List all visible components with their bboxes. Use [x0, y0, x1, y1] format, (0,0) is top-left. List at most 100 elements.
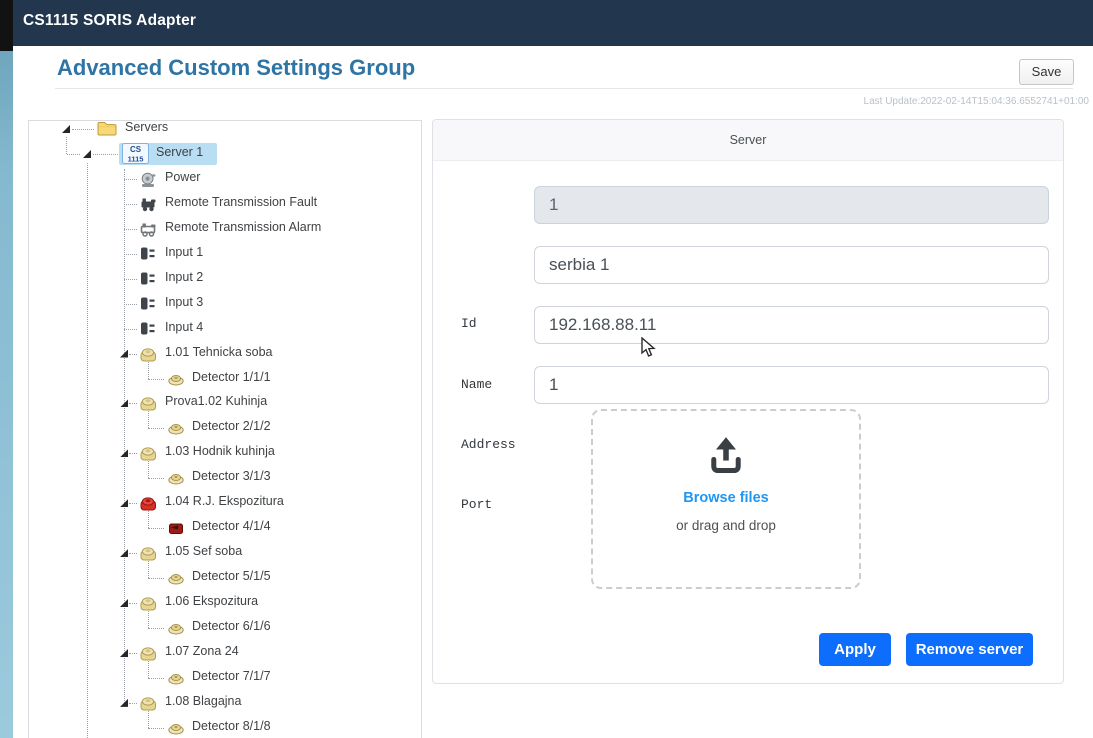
port-label: Port — [461, 497, 531, 512]
expander-toggle[interactable] — [120, 649, 128, 657]
tree-connector — [148, 611, 149, 628]
tree-item-label: Detector 4/1/4 — [192, 519, 271, 533]
tree-item-input-4[interactable]: Input 4 — [29, 317, 421, 341]
expander-toggle[interactable] — [62, 125, 70, 133]
tree-item-detector-5-1-5[interactable]: Detector 5/1/5 — [29, 566, 421, 590]
tree-connector — [148, 711, 149, 728]
tree-item-detector-6-1-6[interactable]: Detector 6/1/6 — [29, 616, 421, 640]
tree-item-label: Input 1 — [165, 245, 203, 259]
tree-item-1-01-tehnicka-soba[interactable]: 1.01 Tehnicka soba — [29, 342, 421, 366]
expander-toggle[interactable] — [120, 499, 128, 507]
save-button[interactable]: Save — [1019, 59, 1074, 85]
detector-icon — [167, 570, 185, 590]
tree-item-input-2[interactable]: Input 2 — [29, 267, 421, 291]
tree-item-label: 1.04 R.J. Ekspozitura — [165, 494, 284, 508]
tree-connector — [148, 561, 149, 578]
tree-connector — [129, 403, 137, 404]
tree-connector — [148, 362, 149, 379]
expander-toggle[interactable] — [120, 350, 128, 358]
detector-icon — [167, 620, 185, 640]
tree-item-label: Detector 7/1/7 — [192, 669, 271, 683]
tree-connector — [129, 503, 137, 504]
detector-icon — [167, 371, 185, 391]
tree-item-label: Detector 8/1/8 — [192, 719, 271, 733]
input-icon — [139, 296, 156, 316]
side-stripe — [0, 51, 13, 738]
tree-item-label: Server 1 — [156, 145, 203, 159]
tree-connector — [148, 379, 164, 380]
expander-toggle[interactable] — [120, 399, 128, 407]
tree-connector — [129, 603, 137, 604]
tree-item-detector-1-1-1[interactable]: Detector 1/1/1 — [29, 367, 421, 391]
tree-item-label: Servers — [125, 120, 168, 134]
tree-item-remote-transmission-alarm[interactable]: Remote Transmission Alarm — [29, 217, 421, 241]
tree-item-label: 1.08 Blagajna — [165, 694, 241, 708]
page-title: Advanced Custom Settings Group — [57, 55, 415, 81]
tree-connector — [148, 411, 149, 428]
expander-toggle[interactable] — [83, 150, 91, 158]
tree-item-label: 1.05 Sef soba — [165, 544, 242, 558]
tree-connector — [148, 678, 164, 679]
expander-toggle[interactable] — [120, 599, 128, 607]
tree-item-1-07-zona-24[interactable]: 1.07 Zona 24 — [29, 641, 421, 665]
tree-connector — [124, 279, 137, 280]
address-label: Address — [461, 437, 531, 452]
tree-item-detector-2-1-2[interactable]: Detector 2/1/2 — [29, 416, 421, 440]
corner-notch — [0, 0, 13, 51]
folder-icon — [97, 121, 117, 141]
svg-text:1115: 1115 — [128, 154, 144, 163]
tree-item-label: Detector 6/1/6 — [192, 619, 271, 633]
tree-connector — [129, 354, 137, 355]
remove-server-button[interactable]: Remove server — [906, 633, 1033, 666]
expander-toggle[interactable] — [120, 549, 128, 557]
tree-item-1-08-blagajna[interactable]: 1.08 Blagajna — [29, 691, 421, 715]
tree-item-input-3[interactable]: Input 3 — [29, 292, 421, 316]
tree-connector — [129, 553, 137, 554]
tree-connector — [148, 578, 164, 579]
tree-item-detector-4-1-4[interactable]: Detector 4/1/4 — [29, 516, 421, 540]
cs1115-icon: CS1115 — [122, 143, 149, 169]
tree-item-server-1[interactable]: CS1115 Server 1 — [29, 142, 421, 166]
tree-connector — [72, 129, 94, 130]
tree-item-1-04-r-j-ekspozitura[interactable]: 1.04 R.J. Ekspozitura — [29, 491, 421, 515]
server-card-header: Server — [433, 120, 1063, 161]
name-label: Name — [461, 377, 531, 392]
input-icon — [139, 321, 156, 341]
port-field[interactable] — [534, 366, 1049, 404]
tree-item-prova1-02-kuhinja[interactable]: Prova1.02 Kuhinja — [29, 391, 421, 415]
tree-item-1-05-sef-soba[interactable]: 1.05 Sef soba — [29, 541, 421, 565]
browse-files-link[interactable]: Browse files — [593, 490, 859, 506]
tree-connector — [148, 461, 149, 478]
apply-button[interactable]: Apply — [819, 633, 891, 666]
tree-item-input-1[interactable]: Input 1 — [29, 242, 421, 266]
tree-item-1-03-hodnik-kuhinja[interactable]: 1.03 Hodnik kuhinja — [29, 441, 421, 465]
input-icon — [139, 246, 156, 266]
server-card: Server Id Name Address Port Browse files… — [432, 119, 1064, 684]
tree-connector — [148, 728, 164, 729]
expander-toggle[interactable] — [120, 699, 128, 707]
tree-item-label: Remote Transmission Alarm — [165, 220, 321, 234]
tree-item-label: Input 3 — [165, 295, 203, 309]
tree-connector — [124, 254, 137, 255]
address-field[interactable] — [534, 306, 1049, 344]
tree-item-remote-transmission-fault[interactable]: Remote Transmission Fault — [29, 192, 421, 216]
tree-item-power[interactable]: Power — [29, 167, 421, 191]
tree-item-detector-7-1-7[interactable]: Detector 7/1/7 — [29, 666, 421, 690]
input-icon — [139, 271, 156, 291]
tree-item-detector-8-1-8[interactable]: Detector 8/1/8 — [29, 716, 421, 738]
top-navbar: CS1115 SORIS Adapter — [13, 0, 1093, 46]
app-window: CS1115 SORIS Adapter Advanced Custom Set… — [0, 0, 1093, 738]
tree-connector — [148, 661, 149, 678]
tree-item-servers[interactable]: Servers — [29, 120, 421, 141]
tree-connector — [148, 511, 149, 528]
id-field — [534, 186, 1049, 224]
svg-text:CS: CS — [130, 145, 142, 154]
name-field[interactable] — [534, 246, 1049, 284]
tree-item-1-06-ekspozitura[interactable]: 1.06 Ekspozitura — [29, 591, 421, 615]
tree-item-detector-3-1-3[interactable]: Detector 3/1/3 — [29, 466, 421, 490]
app-title: CS1115 SORIS Adapter — [23, 12, 196, 30]
detector-alarm-icon — [167, 520, 185, 540]
expander-toggle[interactable] — [120, 449, 128, 457]
tree-connector — [148, 528, 164, 529]
file-dropzone[interactable]: Browse files or drag and drop — [591, 409, 861, 589]
